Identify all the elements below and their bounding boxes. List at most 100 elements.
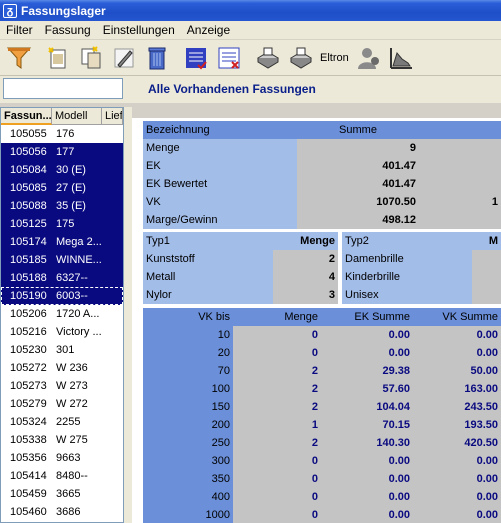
list-row[interactable]: 105459 3665 [1, 485, 123, 503]
frame-model: WINNE... [56, 254, 102, 266]
vk-ek-summe: 104.04 [321, 398, 413, 416]
menu-einstellungen[interactable]: Einstellungen [97, 23, 181, 37]
list-row[interactable]: 105056 177 [1, 143, 123, 161]
summary-row: EK 401.47 [143, 157, 501, 175]
column-header-fassung[interactable]: Fassun... [1, 108, 52, 125]
frame-id: 105414 [10, 470, 47, 482]
typ1-header-typ: Typ1 [143, 232, 273, 250]
vk-menge: 2 [233, 380, 321, 398]
list-row[interactable]: 105460 3686 [1, 503, 123, 521]
list-row[interactable]: 105230 301 [1, 341, 123, 359]
list-row[interactable]: 105125 175 [1, 215, 123, 233]
copy-button[interactable] [75, 42, 106, 73]
chart-icon [390, 47, 413, 69]
frame-id: 105356 [10, 452, 47, 464]
frame-model: Victory ... [56, 326, 102, 338]
customer-button[interactable] [353, 42, 384, 73]
frame-supplier [102, 161, 123, 179]
list-row[interactable]: 105185 WINNE... [1, 251, 123, 269]
vk-menge: 0 [233, 326, 321, 344]
typ1-header-menge: Menge [273, 232, 338, 250]
list-button[interactable] [180, 42, 211, 73]
menu-anzeige[interactable]: Anzeige [181, 23, 236, 37]
menu-fassung[interactable]: Fassung [39, 23, 97, 37]
typ2-header-typ: Typ2 [342, 232, 472, 250]
list-row[interactable]: 105088 35 (E) [1, 197, 123, 215]
list-row[interactable]: 105216 Victory ... [1, 323, 123, 341]
vk-bis: 200 [143, 416, 233, 434]
person-icon [358, 47, 380, 69]
vk-bis: 400 [143, 488, 233, 506]
frame-model: 6003-- [56, 290, 88, 302]
delete-button[interactable] [141, 42, 172, 73]
frame-supplier [102, 197, 123, 215]
vk-row: 100 2 57.60 163.00 [143, 380, 501, 398]
filter-button[interactable] [3, 42, 34, 73]
vk-menge: 0 [233, 344, 321, 362]
list-row[interactable]: 105084 30 (E) [1, 161, 123, 179]
frame-supplier [102, 395, 123, 413]
list-row[interactable]: 105338 W 275 [1, 431, 123, 449]
typ2-row: Damenbrille [342, 250, 501, 268]
toolbar: Eltron [0, 40, 501, 76]
list-row[interactable]: 105356 9663 [1, 449, 123, 467]
frame-id: 105460 [10, 506, 47, 518]
vk-row: 250 2 140.30 420.50 [143, 434, 501, 452]
vk-header-vk: VK Summe [413, 308, 501, 326]
frame-supplier [102, 215, 123, 233]
search-input[interactable] [3, 78, 123, 99]
vk-ek-summe: 0.00 [321, 326, 413, 344]
summary-table: Bezeichnung Summe Menge 9 EK 401.47 EK Bewer… [143, 121, 501, 229]
frame-id: 105056 [10, 146, 47, 158]
vk-ek-summe: 0.00 [321, 506, 413, 523]
typ1-table: Typ1 Menge Kunststoff 2 Metall 4 Nylor 3 [143, 232, 338, 304]
print-button[interactable] [252, 42, 283, 73]
print-eltron-button[interactable] [285, 42, 316, 73]
list-row[interactable]: 105206 1720 A... [1, 305, 123, 323]
frame-model: 35 (E) [56, 200, 86, 212]
new-button[interactable] [42, 42, 73, 73]
list-row[interactable]: 105174 Mega 2... [1, 233, 123, 251]
edit-pen-icon [114, 48, 133, 68]
frame-supplier [102, 251, 123, 269]
list-row[interactable]: 105190 6003-- [1, 287, 123, 305]
menu-bar: Filter Fassung Einstellungen Anzeige [0, 21, 501, 40]
frame-id: 105216 [10, 326, 47, 338]
frame-list: Fassun... Modell Lief 105055 176 105056 177… [0, 107, 124, 523]
frame-model: 177 [56, 146, 75, 158]
vk-bis: 70 [143, 362, 233, 380]
summary-row: Menge 9 [143, 139, 501, 157]
vk-bis: 100 [143, 380, 233, 398]
delete-bin-icon [148, 47, 165, 69]
summary-label: EK Bewertet [143, 175, 297, 193]
statistics-button[interactable] [386, 42, 417, 73]
vk-row: 350 0 0.00 0.00 [143, 470, 501, 488]
list-delete-button[interactable] [213, 42, 244, 73]
column-header-lief[interactable]: Lief [102, 108, 123, 125]
frame-id: 105338 [10, 434, 47, 446]
frame-supplier [102, 431, 123, 449]
list-row[interactable]: 105273 W 273 [1, 377, 123, 395]
list-row[interactable]: 105272 W 236 [1, 359, 123, 377]
edit-button[interactable] [108, 42, 139, 73]
frame-id: 105459 [10, 488, 47, 500]
menu-filter[interactable]: Filter [0, 23, 39, 37]
vk-bis: 250 [143, 434, 233, 452]
splitter[interactable] [124, 107, 132, 523]
typ1-label: Nylor [143, 286, 273, 304]
column-header-modell[interactable]: Modell [52, 108, 102, 125]
vk-bis: 150 [143, 398, 233, 416]
vk-ek-summe: 57.60 [321, 380, 413, 398]
list-row[interactable]: 105279 W 272 [1, 395, 123, 413]
list-row[interactable]: 105085 27 (E) [1, 179, 123, 197]
frame-id: 105279 [10, 398, 47, 410]
panel-top-strip [132, 107, 501, 118]
list-row[interactable]: 105188 6327-- [1, 269, 123, 287]
frame-supplier [102, 359, 123, 377]
list-row[interactable]: 105414 8480-- [1, 467, 123, 485]
vk-ek-summe: 140.30 [321, 434, 413, 452]
list-row[interactable]: 105055 176 [1, 125, 123, 143]
list-row[interactable]: 105324 2255 [1, 413, 123, 431]
frame-model: 3686 [56, 506, 81, 518]
frame-model: W 236 [56, 362, 88, 374]
